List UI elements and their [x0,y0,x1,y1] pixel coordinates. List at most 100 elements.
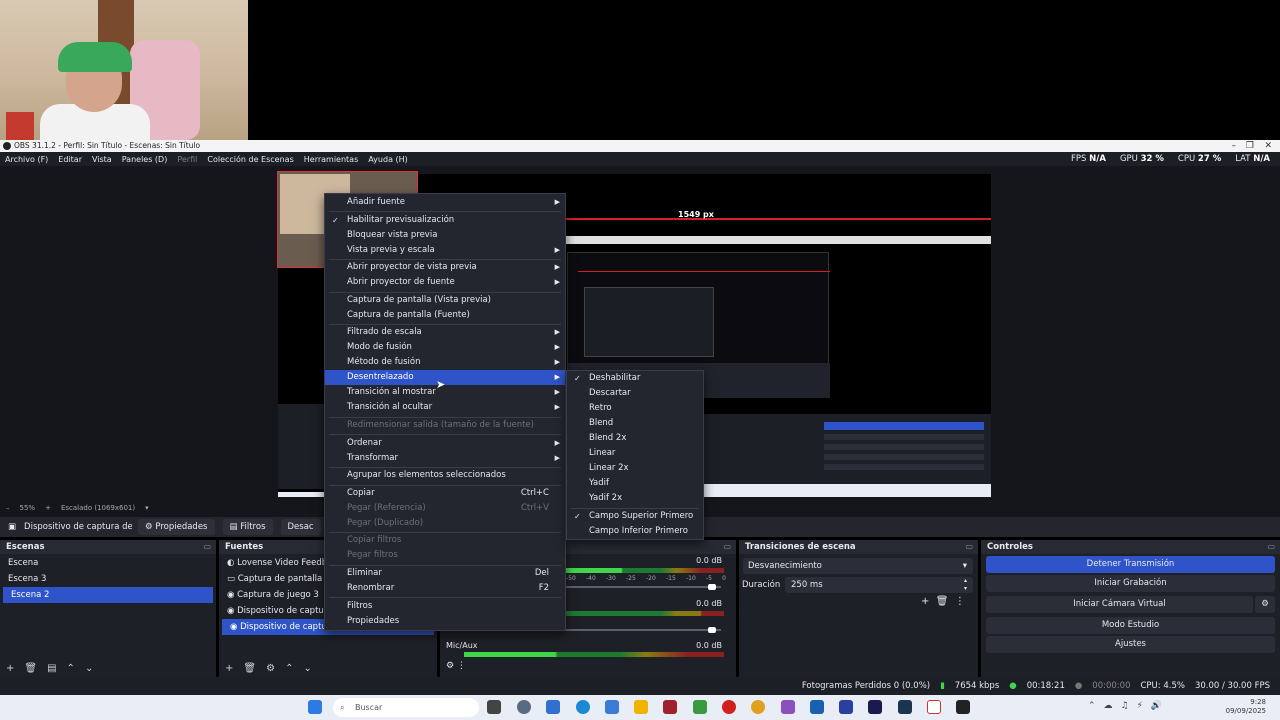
add-icon[interactable]: + [225,663,233,674]
menu-item-vista-previa-y-escala[interactable]: Vista previa y escala ▶ [325,243,565,258]
deactivate-button[interactable]: Desac [280,519,321,535]
maximize-icon[interactable]: ❐ [1246,140,1254,152]
menu-ayuda[interactable]: Ayuda (H) [368,155,408,164]
add-icon[interactable]: + [921,596,929,607]
trash-icon[interactable]: 🗑 [24,663,37,674]
menu-item-propiedades[interactable]: Propiedades [325,614,565,629]
menu-item-blend-2x[interactable]: Blend 2x [567,431,703,446]
menu-item-yadif-2x[interactable]: Yadif 2x [567,491,703,506]
store-icon[interactable] [546,700,560,714]
menu-item-agrupar-los-elementos-seleccionados[interactable]: Agrupar los elementos seleccionados [325,468,565,483]
volume-slider[interactable] [708,584,716,590]
menu-item-blend[interactable]: Blend [567,416,703,431]
scene-item[interactable]: Escena 3 [0,571,216,587]
taskview-icon[interactable] [487,700,501,714]
menu-item-renombrar[interactable]: Renombrar F2 [325,581,565,596]
menu-item-filtros[interactable]: Filtros [325,599,565,614]
menu-item-abrir-proyector-de-fuente[interactable]: Abrir proyector de fuente ▶ [325,275,565,290]
gear-icon[interactable]: ⚙ [1255,596,1275,613]
menu-coleccion[interactable]: Colección de Escenas [207,155,293,164]
opera-icon[interactable] [722,700,736,714]
menu-item-anadir-fuente[interactable]: Añadir fuente ▶ [325,195,565,210]
settings-button[interactable]: Ajustes [986,636,1275,653]
scaling-label[interactable]: Escalado (1069x601) [61,504,135,512]
menu-item-habilitar-previsualizacion[interactable]: ✓ Habilitar previsualización [325,213,565,228]
more-icon[interactable]: ⋮ [955,596,965,607]
taskbar-search[interactable]: ⌕ Buscar [333,698,479,717]
scene-item-selected[interactable]: Escena 2 [3,587,213,603]
menu-item-linear-2x[interactable]: Linear 2x [567,461,703,476]
menu-item-ordenar[interactable]: Ordenar ▶ [325,436,565,451]
explorer-icon[interactable] [634,700,648,714]
app-icon[interactable] [663,700,677,714]
menu-item-filtrado-de-escala[interactable]: Filtrado de escala ▶ [325,325,565,340]
menu-item-transformar[interactable]: Transformar ▶ [325,451,565,466]
duration-input[interactable]: 250 ms ▴ ▾ [785,577,973,593]
chevron-down-icon[interactable]: ▾ [145,504,149,512]
dock-float-icon[interactable]: ▭ [1267,540,1275,554]
dock-float-icon[interactable]: ▭ [965,540,973,554]
down-icon[interactable]: ⌄ [303,663,311,674]
menu-editar[interactable]: Editar [58,155,82,164]
transition-select[interactable]: Desvanecimiento ▾ [743,558,973,574]
menu-paneles[interactable]: Paneles (D) [122,155,168,164]
app-icon[interactable] [693,700,707,714]
virtual-camera-button[interactable]: Iniciar Cámara Virtual [986,596,1253,613]
app-icon[interactable] [781,700,795,714]
menu-item-label: Desentrelazado [347,372,414,383]
menu-item-linear[interactable]: Linear [567,446,703,461]
menu-item-transicion-al-ocultar[interactable]: Transición al ocultar ▶ [325,400,565,415]
menu-archivo[interactable]: Archivo (F) [5,155,48,164]
menu-item-bloquear-vista-previa[interactable]: Bloquear vista previa [325,228,565,243]
tray-icons[interactable]: ⌃☁♫⚡🔊 [1088,701,1170,711]
menu-item-deshabilitar[interactable]: ✓ Deshabilitar [567,371,703,386]
app-icon[interactable] [839,700,853,714]
trash-icon[interactable]: 🗑 [936,596,949,607]
menu-item-captura-de-pantalla-vista-previa[interactable]: Captura de pantalla (Vista previa) [325,293,565,308]
menu-item-yadif[interactable]: Yadif [567,476,703,491]
menu-item-captura-de-pantalla-fuente[interactable]: Captura de pantalla (Fuente) [325,308,565,323]
app-icon[interactable] [605,700,619,714]
mixer-settings-icon[interactable]: ⚙ ⋮ [446,661,466,671]
trash-icon[interactable]: 🗑 [243,663,256,674]
start-recording-button[interactable]: Iniciar Grabación [986,575,1275,592]
filter-icon[interactable]: ▤ [47,663,56,674]
start-icon[interactable] [308,700,322,714]
menu-item-copiar[interactable]: Copiar Ctrl+C [325,486,565,501]
app-icon[interactable] [927,700,941,714]
premiere-icon[interactable] [868,700,882,714]
outlook-icon[interactable] [810,700,824,714]
dock-float-icon[interactable]: ▭ [723,540,731,554]
scene-item[interactable]: Escena [0,555,216,571]
chrome-icon[interactable] [751,700,765,714]
studio-mode-button[interactable]: Modo Estudio [986,617,1275,634]
menu-perfil[interactable]: Perfil [177,155,197,164]
obs-taskbar-icon[interactable] [956,700,970,714]
menu-item-metodo-de-fusion[interactable]: Método de fusión ▶ [325,355,565,370]
down-icon[interactable]: ⌄ [85,663,93,674]
menu-item-retro[interactable]: Retro [567,401,703,416]
gear-icon[interactable]: ⚙ [266,663,275,674]
close-icon[interactable]: ✕ [1264,140,1272,152]
steam-icon[interactable] [898,700,912,714]
menu-item-modo-de-fusion[interactable]: Modo de fusión ▶ [325,340,565,355]
minimize-icon[interactable]: – [1232,140,1237,152]
menu-item-descartar[interactable]: Descartar [567,386,703,401]
menu-item-campo-inferior-primero[interactable]: Campo Inferior Primero [567,524,703,539]
stop-stream-button[interactable]: Detener Transmisión [986,556,1275,573]
up-icon[interactable]: ⌃ [285,663,293,674]
menu-item-abrir-proyector-de-vista-previa[interactable]: Abrir proyector de vista previa ▶ [325,260,565,275]
filters-button[interactable]: ▤ Filtros [222,519,273,535]
chat-icon[interactable] [517,700,531,714]
properties-button[interactable]: ⚙ Propiedades [138,519,215,535]
menu-herramientas[interactable]: Herramientas [304,155,359,164]
menu-item-campo-superior-primero[interactable]: ✓ Campo Superior Primero [567,509,703,524]
up-icon[interactable]: ⌃ [67,663,75,674]
menu-vista[interactable]: Vista [92,155,112,164]
menu-item-eliminar[interactable]: Eliminar Del [325,566,565,581]
edge-icon[interactable] [576,700,590,714]
taskbar-clock[interactable]: 9:28 09/09/2025 [1226,698,1266,716]
volume-slider[interactable] [708,627,716,633]
dock-float-icon[interactable]: ▭ [203,540,211,554]
add-icon[interactable]: + [6,663,14,674]
